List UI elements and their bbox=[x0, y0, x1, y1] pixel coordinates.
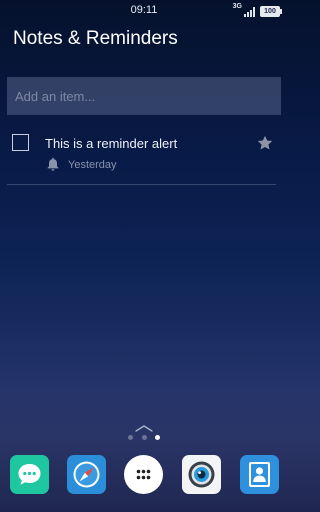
star-icon[interactable] bbox=[256, 134, 274, 152]
messages-icon bbox=[18, 464, 41, 485]
app-dock bbox=[0, 455, 288, 497]
status-bar: 09:11 3G 100 bbox=[0, 0, 288, 20]
contacts-app-icon[interactable] bbox=[240, 455, 279, 494]
reminder-checkbox[interactable] bbox=[12, 134, 29, 151]
list-divider bbox=[7, 184, 276, 185]
signal-icon bbox=[244, 7, 256, 17]
chevron-up-icon[interactable] bbox=[134, 424, 154, 433]
status-icons: 3G 100 bbox=[232, 3, 282, 17]
add-item-input[interactable] bbox=[7, 77, 281, 115]
contacts-icon bbox=[249, 462, 270, 487]
reminder-date: Yesterday bbox=[68, 159, 117, 171]
reminder-title[interactable]: This is a reminder alert bbox=[45, 136, 177, 151]
camera-app-icon[interactable] bbox=[182, 455, 221, 494]
app-drawer-button[interactable] bbox=[124, 455, 163, 494]
messages-app-icon[interactable] bbox=[10, 455, 49, 494]
network-type-label: 3G bbox=[232, 3, 242, 10]
page-dot bbox=[141, 435, 147, 440]
page-dot-active bbox=[155, 435, 160, 440]
page-indicator bbox=[128, 435, 160, 440]
battery-icon: 100 bbox=[260, 6, 282, 17]
app-drawer-icon bbox=[136, 469, 151, 480]
app-title: Notes & Reminders bbox=[13, 28, 178, 49]
reminder-item[interactable]: This is a reminder alert Yesterday bbox=[7, 124, 276, 184]
browser-compass-icon bbox=[73, 461, 100, 488]
bell-icon bbox=[47, 157, 59, 171]
page-dot bbox=[128, 435, 133, 440]
camera-icon bbox=[188, 461, 215, 488]
browser-app-icon[interactable] bbox=[67, 455, 106, 494]
